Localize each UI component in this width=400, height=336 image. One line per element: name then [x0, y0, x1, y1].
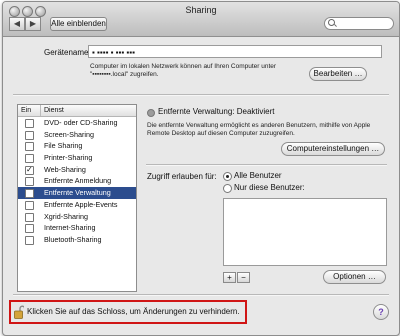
services-list-header: Ein Dienst: [18, 105, 136, 117]
service-label: Entfernte Verwaltung: [44, 188, 111, 198]
service-label: Bluetooth-Sharing: [44, 234, 102, 244]
service-label: Internet-Sharing: [44, 223, 96, 233]
footer-divider: [13, 294, 389, 296]
computer-settings-button[interactable]: Computereinstellungen …: [281, 142, 385, 156]
service-label: Printer-Sharing: [44, 153, 93, 163]
computer-name-label: Gerätename:: [44, 48, 91, 57]
detail-divider: [146, 164, 387, 166]
lock-open-icon[interactable]: [14, 305, 24, 319]
add-user-button[interactable]: +: [223, 272, 236, 283]
service-checkbox[interactable]: [25, 164, 34, 175]
search-input[interactable]: [324, 17, 394, 30]
services-list[interactable]: Ein Dienst DVD- oder CD-Sharing Screen-Sh…: [17, 104, 137, 292]
service-row-web-sharing[interactable]: Web-Sharing: [18, 164, 136, 175]
radio-all-users-label[interactable]: Alle Benutzer: [234, 171, 282, 180]
window-title: Sharing: [185, 5, 217, 15]
service-checkbox[interactable]: [25, 200, 34, 210]
show-all-button[interactable]: Alle einblenden: [50, 17, 107, 31]
column-on[interactable]: Ein: [21, 105, 31, 116]
service-row-entfernte-apple-events[interactable]: Entfernte Apple-Events: [18, 199, 136, 211]
service-status: Entfernte Verwaltung: Deaktiviert: [158, 107, 275, 116]
service-checkbox[interactable]: [25, 224, 34, 234]
allowed-users-list[interactable]: [223, 198, 387, 266]
status-indicator-icon: [147, 109, 155, 117]
service-checkbox[interactable]: [25, 189, 34, 199]
service-label: File Sharing: [44, 141, 83, 151]
divider: [13, 94, 389, 96]
service-row-dvd-oder-cd-sharing[interactable]: DVD- oder CD-Sharing: [18, 117, 136, 129]
service-checkbox[interactable]: [25, 119, 34, 128]
service-description: Die entfernte Verwaltung ermöglicht es a…: [147, 122, 371, 137]
service-label: Screen-Sharing: [44, 129, 94, 139]
service-label: Xgrid-Sharing: [44, 211, 88, 221]
plus-icon: +: [227, 273, 232, 282]
service-checkbox[interactable]: [25, 177, 34, 187]
service-row-file-sharing[interactable]: File Sharing: [18, 140, 136, 152]
local-network-info: Computer im lokalen Netzwerk können auf …: [90, 63, 277, 78]
service-checkbox[interactable]: [25, 212, 34, 222]
minus-icon: −: [241, 273, 246, 282]
service-checkbox[interactable]: [25, 142, 34, 152]
service-checkbox[interactable]: [25, 154, 34, 164]
service-row-screen-sharing[interactable]: Screen-Sharing: [18, 129, 136, 141]
column-service[interactable]: Dienst: [40, 105, 64, 116]
service-label: Entfernte Anmeldung: [44, 176, 112, 186]
access-label: Zugriff erlauben für:: [147, 172, 217, 181]
radio-only-these-users-label[interactable]: Nur diese Benutzer:: [234, 183, 305, 192]
options-button[interactable]: Optionen …: [323, 270, 386, 284]
service-row-xgrid-sharing[interactable]: Xgrid-Sharing: [18, 211, 136, 223]
radio-only-these-users[interactable]: [223, 184, 232, 193]
service-label: Entfernte Apple-Events: [44, 199, 118, 209]
service-row-entfernte-verwaltung[interactable]: Entfernte Verwaltung: [18, 187, 136, 199]
help-icon: ?: [378, 307, 384, 317]
lock-message: Klicken Sie auf das Schloss, um Änderung…: [27, 307, 240, 316]
search-icon: [328, 19, 335, 26]
service-checkbox[interactable]: [25, 235, 34, 245]
edit-button[interactable]: Bearbeiten …: [309, 67, 367, 81]
service-row-entfernte-anmeldung[interactable]: Entfernte Anmeldung: [18, 175, 136, 187]
back-arrow-icon: ◀: [13, 19, 21, 28]
help-button[interactable]: ?: [373, 304, 389, 320]
service-checkbox[interactable]: [25, 130, 34, 140]
title-bar: Sharing ◀ ▶ Alle einblenden: [3, 2, 399, 37]
service-row-internet-sharing[interactable]: Internet-Sharing: [18, 222, 136, 234]
forward-arrow-icon: ▶: [29, 19, 37, 28]
service-label: Web-Sharing: [44, 164, 86, 174]
back-button[interactable]: ◀: [9, 17, 25, 31]
service-row-bluetooth-sharing[interactable]: Bluetooth-Sharing: [18, 234, 136, 246]
computer-name-field[interactable]: ▪ ▪▪▪▪ ▪ ▪▪▪ ▪▪▪: [88, 45, 382, 58]
radio-all-users[interactable]: [223, 172, 232, 181]
sharing-window: Sharing ◀ ▶ Alle einblenden Gerätename: …: [2, 1, 400, 336]
service-label: DVD- oder CD-Sharing: [44, 118, 118, 127]
service-row-printer-sharing[interactable]: Printer-Sharing: [18, 152, 136, 164]
remove-user-button[interactable]: −: [237, 272, 250, 283]
forward-button[interactable]: ▶: [25, 17, 41, 31]
